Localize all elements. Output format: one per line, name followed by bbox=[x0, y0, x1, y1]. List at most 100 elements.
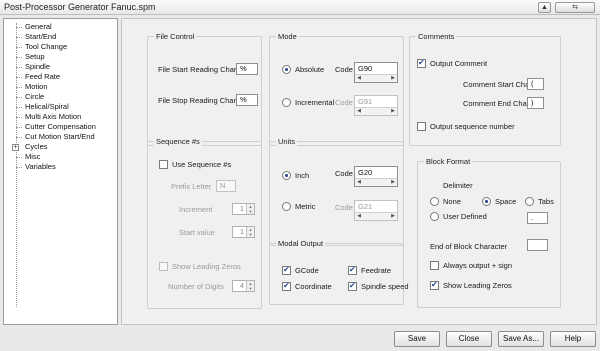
tree-item-cycles[interactable]: + Cycles bbox=[4, 142, 117, 152]
tree-item-tool-change[interactable]: Tool Change bbox=[4, 42, 117, 52]
tree-item-feed-rate[interactable]: Feed Rate bbox=[4, 72, 117, 82]
tree-item-label: Tool Change bbox=[25, 42, 68, 51]
incremental-radio[interactable] bbox=[282, 98, 291, 107]
tree-item-helical-spiral[interactable]: Helical/Spiral bbox=[4, 102, 117, 112]
tree-item-label: Variables bbox=[25, 162, 56, 171]
metric-code-input[interactable]: G21 ◀ ▶ bbox=[354, 200, 398, 221]
output-comment-checkbox[interactable] bbox=[417, 58, 426, 68]
scroll-right-icon[interactable]: ▶ bbox=[389, 179, 397, 186]
spindle-speed-label: Spindle speed bbox=[361, 282, 409, 291]
end-of-block-input[interactable] bbox=[527, 239, 548, 251]
comment-end-char-input[interactable]: ) bbox=[527, 97, 544, 109]
group-title: Mode bbox=[276, 32, 299, 41]
tree-item-multi-axis-motion[interactable]: Multi Axis Motion bbox=[4, 112, 117, 122]
code-value: G90 bbox=[358, 64, 373, 73]
tree-item-setup[interactable]: Setup bbox=[4, 52, 117, 62]
tree-item-label: Cutter Compensation bbox=[25, 122, 96, 131]
stepper-arrows-icon[interactable]: ▲ ▼ bbox=[246, 204, 254, 214]
absolute-code-label: Code bbox=[335, 65, 353, 74]
start-value-label: Start value bbox=[179, 228, 215, 237]
tree-item-label: Cut Motion Start/End bbox=[25, 132, 95, 141]
scroll-left-icon[interactable]: ◀ bbox=[355, 179, 363, 186]
restore-button[interactable]: ⇆ bbox=[555, 2, 595, 13]
show-leading-zeros-checkbox[interactable] bbox=[159, 262, 168, 271]
comment-start-char-input[interactable]: ( bbox=[527, 78, 544, 90]
gcode-checkbox[interactable] bbox=[282, 265, 291, 275]
output-comment-label: Output Comment bbox=[430, 59, 488, 68]
modal-output-group: Modal Output GCode Feedrate Coordinate S… bbox=[269, 239, 409, 305]
tree-item-cut-motion-start-end[interactable]: Cut Motion Start/End bbox=[4, 132, 117, 142]
save-button[interactable]: Save bbox=[394, 331, 440, 347]
close-button[interactable]: Close bbox=[446, 331, 492, 347]
stepper-arrows-icon[interactable]: ▲ ▼ bbox=[246, 281, 254, 291]
horizontal-scrollbar[interactable]: ◀ ▶ bbox=[355, 178, 397, 186]
inch-radio[interactable] bbox=[282, 171, 291, 180]
scroll-right-icon[interactable]: ▶ bbox=[389, 213, 397, 220]
comments-group: Comments Output Comment Comment Start Ch… bbox=[409, 32, 561, 146]
scroll-left-icon[interactable]: ◀ bbox=[355, 75, 363, 82]
absolute-code-input[interactable]: G90 ◀ ▶ bbox=[354, 62, 398, 83]
inch-code-input[interactable]: G20 ◀ ▶ bbox=[354, 166, 398, 187]
tree-item-cutter-compensation[interactable]: Cutter Compensation bbox=[4, 122, 117, 132]
tree-item-variables[interactable]: Variables bbox=[4, 162, 117, 172]
tree-item-general[interactable]: General bbox=[4, 22, 117, 32]
group-title: Comments bbox=[416, 32, 457, 41]
metric-radio[interactable] bbox=[282, 202, 291, 211]
horizontal-scrollbar[interactable]: ◀ ▶ bbox=[355, 212, 397, 220]
file-start-char-input[interactable]: % bbox=[236, 63, 258, 75]
help-button[interactable]: Help bbox=[550, 331, 596, 347]
increment-label: Increment bbox=[179, 205, 213, 214]
feedrate-checkbox[interactable] bbox=[348, 265, 357, 275]
delimiter-label: Delimiter bbox=[443, 181, 473, 190]
expand-icon[interactable]: + bbox=[12, 144, 19, 151]
title-bar: Post-Processor Generator Fanuc.spm ▲ ⇆ bbox=[0, 0, 600, 15]
block-show-leading-zeros-checkbox[interactable] bbox=[430, 280, 439, 290]
scroll-left-icon[interactable]: ◀ bbox=[355, 213, 363, 220]
incremental-code-label: Code bbox=[335, 98, 353, 107]
digits-value: 4 bbox=[239, 281, 244, 290]
number-of-digits-stepper[interactable]: 4 ▲ ▼ bbox=[232, 280, 255, 292]
horizontal-scrollbar[interactable]: ◀ ▶ bbox=[355, 107, 397, 115]
tree-item-label: Feed Rate bbox=[25, 72, 61, 81]
always-output-sign-checkbox[interactable] bbox=[430, 261, 439, 270]
scroll-right-icon[interactable]: ▶ bbox=[389, 75, 397, 82]
group-title: Block Format bbox=[424, 157, 473, 166]
tree-item-spindle[interactable]: Spindle bbox=[4, 62, 117, 72]
horizontal-scrollbar[interactable]: ◀ ▶ bbox=[355, 74, 397, 82]
collapse-button[interactable]: ▲ bbox=[538, 2, 551, 13]
absolute-radio[interactable] bbox=[282, 65, 291, 74]
output-sequence-number-checkbox[interactable] bbox=[417, 122, 426, 131]
feedrate-label: Feedrate bbox=[361, 266, 392, 275]
use-sequence-checkbox[interactable] bbox=[159, 160, 168, 169]
start-value-stepper[interactable]: 1 ▲ ▼ bbox=[232, 226, 255, 238]
tree-item-misc[interactable]: Misc bbox=[4, 152, 117, 162]
units-group: Units Inch Code G20 ◀ ▶ Metric Code G21 ◀… bbox=[269, 137, 404, 246]
category-tree[interactable]: General Start/End Tool Change Setup Spin… bbox=[3, 18, 118, 325]
comment-end-char-label: Comment End Char bbox=[463, 99, 530, 108]
tree-item-start-end[interactable]: Start/End bbox=[4, 32, 117, 42]
number-of-digits-label: Number of Digits bbox=[168, 282, 224, 291]
file-stop-char-input[interactable]: % bbox=[236, 94, 258, 106]
output-sequence-number-label: Output sequence number bbox=[430, 122, 515, 131]
delimiter-user-defined-radio[interactable] bbox=[430, 212, 439, 221]
stepper-arrows-icon[interactable]: ▲ ▼ bbox=[246, 227, 254, 237]
coordinate-checkbox[interactable] bbox=[282, 281, 291, 291]
scroll-right-icon[interactable]: ▶ bbox=[389, 108, 397, 115]
spindle-speed-checkbox[interactable] bbox=[348, 281, 357, 291]
inch-label: Inch bbox=[295, 171, 310, 180]
tree-item-label: Spindle bbox=[25, 62, 51, 71]
delimiter-space-radio[interactable] bbox=[482, 197, 491, 206]
scroll-left-icon[interactable]: ◀ bbox=[355, 108, 363, 115]
prefix-letter-input[interactable]: N bbox=[216, 180, 236, 192]
increment-stepper[interactable]: 1 ▲ ▼ bbox=[232, 203, 255, 215]
delimiter-tabs-radio[interactable] bbox=[525, 197, 534, 206]
user-defined-delimiter-input[interactable]: . bbox=[527, 212, 548, 224]
incremental-code-input[interactable]: G91 ◀ ▶ bbox=[354, 95, 398, 116]
always-output-sign-label: Always output + sign bbox=[443, 261, 512, 270]
delimiter-none-radio[interactable] bbox=[430, 197, 439, 206]
tree-item-circle[interactable]: Circle bbox=[4, 92, 117, 102]
use-sequence-label: Use Sequence #s bbox=[172, 160, 232, 169]
save-as-button[interactable]: Save As... bbox=[498, 331, 544, 347]
tree-item-motion[interactable]: Motion bbox=[4, 82, 117, 92]
coordinate-label: Coordinate bbox=[295, 282, 332, 291]
